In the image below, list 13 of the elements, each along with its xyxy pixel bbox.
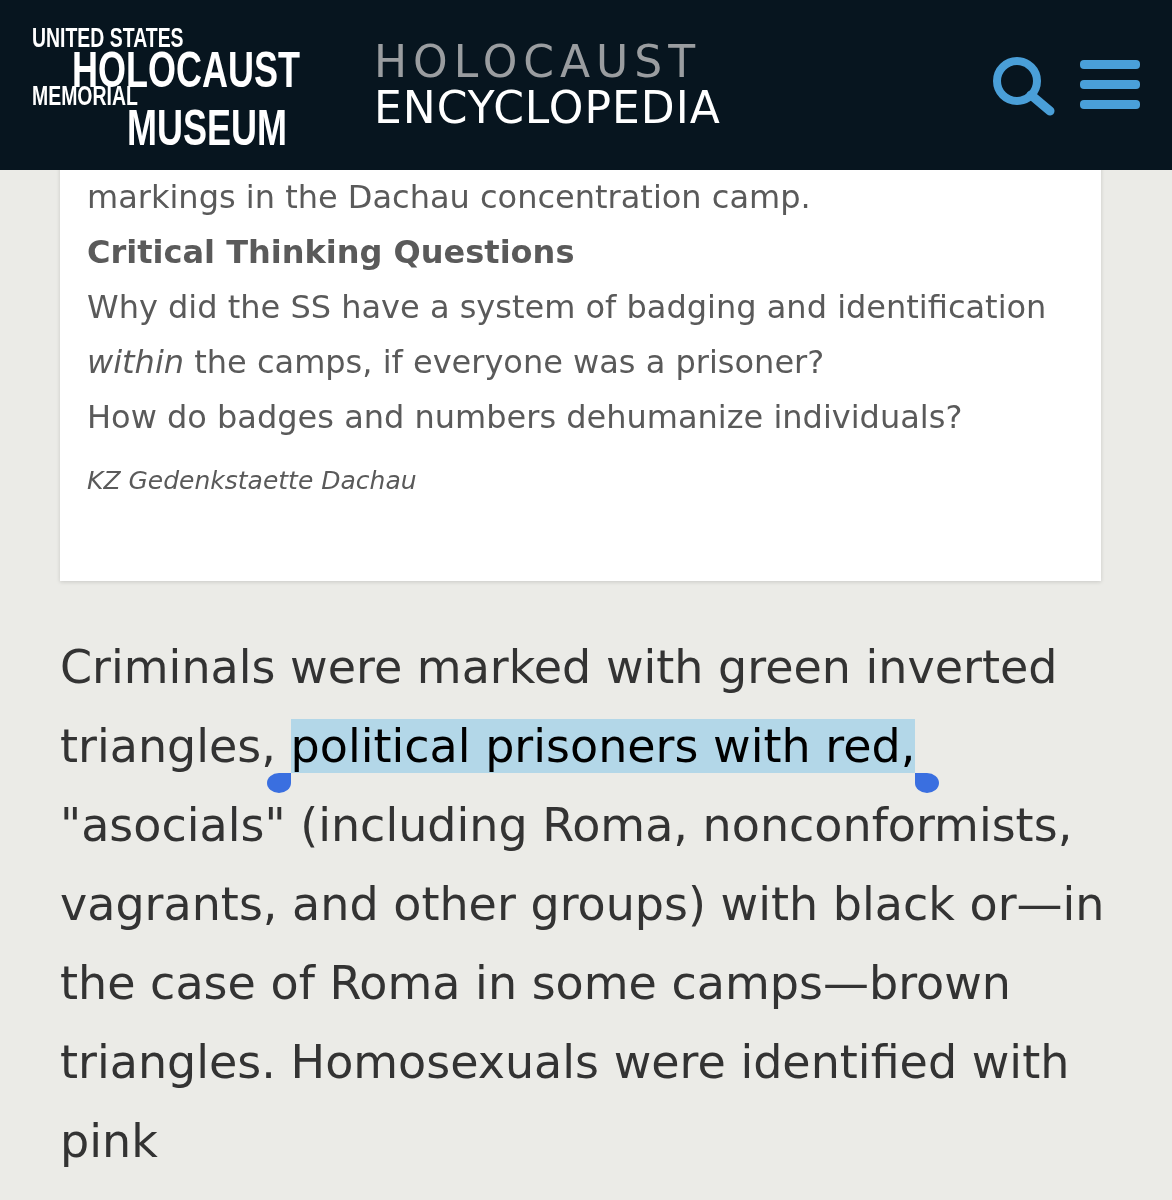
- logo-text[interactable]: UNITED STATES: [32, 25, 184, 52]
- question-text: Why did the SS have a system of badging and identification within the camps, if everyone was a prisoner?: [87, 287, 1048, 383]
- site-title[interactable]: HOLOCAUST: [374, 38, 721, 85]
- selection-handle[interactable]: [266, 773, 291, 793]
- section-heading: Critical Thinking Questions: [87, 232, 576, 273]
- photo-credit: KZ Gedenkstaette Dachau: [87, 465, 418, 497]
- article-paragraph: Criminals were marked with green inverted triangles, political prisoners with red, "asocials" (including Roma, nonconformists, vagrants, and other groups) with black or—in the case of Roma in some camps—brown triangles. Homosexuals were identified with pink: [60, 639, 1106, 1170]
- selection-handle[interactable]: [915, 773, 940, 793]
- site-title[interactable]: ENCYCLOPEDIA: [374, 85, 721, 132]
- menu-icon[interactable]: [1080, 60, 1140, 110]
- caption-text: markings in the Dachau concentration camp.: [87, 177, 812, 218]
- question-text: How do badges and numbers dehumanize individuals?: [87, 397, 964, 438]
- search-icon[interactable]: [990, 54, 1056, 116]
